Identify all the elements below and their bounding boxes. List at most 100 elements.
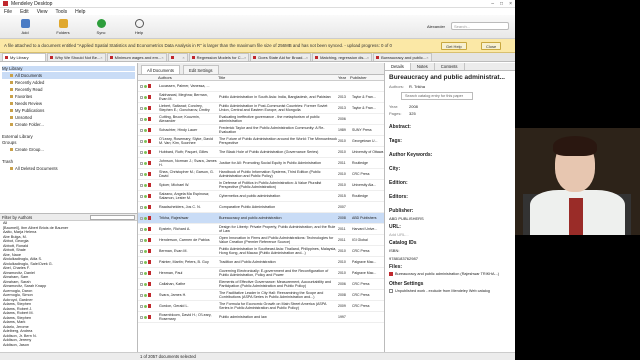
tab-document[interactable]: Bureaucracy and public... × — [373, 53, 432, 61]
library-item[interactable]: Recently Read — [2, 86, 135, 93]
search-catalog-button[interactable]: Search catalog entry for this paper — [401, 92, 473, 100]
read-status-icon[interactable] — [144, 172, 147, 176]
add-button[interactable]: Add — [10, 18, 40, 35]
table-row[interactable]: Henderson, Carmen de Pablos Open Innovati… — [138, 235, 384, 246]
tab-document[interactable]: Regression Models for C... × — [188, 53, 250, 61]
read-status-icon[interactable] — [144, 95, 147, 99]
publisher-value[interactable]: ABD PUBLISHERS — [389, 216, 511, 221]
year-value[interactable]: 2008 — [409, 104, 418, 109]
favorite-star-icon[interactable] — [140, 183, 143, 187]
library-item[interactable]: Unsorted — [2, 114, 135, 121]
table-row[interactable]: Lucassen, Palmer, Vanessa, ... — [138, 81, 384, 92]
column-publisher[interactable]: Publisher — [350, 75, 384, 80]
table-row[interactable]: Berman, Evan M. Public Administration in … — [138, 246, 384, 257]
detail-field-label[interactable]: Edition: — [389, 180, 511, 186]
unpublished-checkbox[interactable]: Unpublished work - exclude from Mendeley… — [389, 289, 511, 293]
close-tab-icon[interactable]: × — [367, 55, 369, 60]
read-status-icon[interactable] — [144, 183, 147, 187]
help-button[interactable]: Help — [124, 18, 154, 35]
document-title[interactable]: Bureaucracy and public administrat... — [389, 74, 511, 81]
menu-edit[interactable]: Edit — [20, 9, 29, 15]
read-status-icon[interactable] — [144, 84, 147, 88]
column-authors[interactable]: Authors — [158, 75, 218, 80]
tab-document[interactable]: Does State Aid for Broad... × — [250, 53, 312, 61]
authors-value[interactable]: R. Trikha — [409, 84, 425, 89]
favorite-star-icon[interactable] — [140, 150, 143, 154]
table-row[interactable]: Schachter, Hindy Lauer Frederick Taylor a… — [138, 125, 384, 136]
library-item[interactable]: Needs Review — [2, 100, 135, 107]
read-status-icon[interactable] — [144, 194, 147, 198]
close-tab-icon[interactable]: × — [161, 55, 163, 60]
menu-file[interactable]: File — [4, 9, 12, 15]
table-row[interactable]: Henman, Paul Governing Electronically: E-… — [138, 268, 384, 279]
detail-field-label[interactable]: Editors: — [389, 194, 511, 200]
read-status-icon[interactable] — [144, 227, 147, 231]
trash-header[interactable]: Trash — [2, 159, 135, 164]
table-row[interactable]: Hubbard, Ruth; Paquet, Gilles The Black H… — [138, 147, 384, 158]
favorite-star-icon[interactable] — [140, 260, 143, 264]
favorite-star-icon[interactable] — [140, 216, 143, 220]
read-status-icon[interactable] — [144, 106, 147, 110]
read-status-icon[interactable] — [144, 139, 147, 143]
table-row[interactable]: Salzano, Angela Ma Espinosa; Salamon, Le… — [138, 191, 384, 202]
favorite-star-icon[interactable] — [140, 238, 143, 242]
my-library-header[interactable]: My Library — [2, 66, 135, 71]
favorite-star-icon[interactable] — [140, 194, 143, 198]
favorite-star-icon[interactable] — [140, 271, 143, 275]
read-status-icon[interactable] — [144, 304, 147, 308]
filter-dropdown[interactable] — [90, 214, 135, 220]
close-tab-icon[interactable]: × — [426, 55, 428, 60]
tab-all-documents[interactable]: All Documents — [141, 65, 180, 74]
table-row[interactable]: Sabharwal, Meghna; Berman, Evan M. Public… — [138, 92, 384, 103]
library-item[interactable]: Favorites — [2, 93, 135, 100]
read-status-icon[interactable] — [144, 249, 147, 253]
read-status-icon[interactable] — [144, 315, 147, 319]
favorite-star-icon[interactable] — [140, 84, 143, 88]
menu-help[interactable]: Help — [75, 9, 85, 15]
read-status-icon[interactable] — [144, 205, 147, 209]
detail-field-label[interactable]: Author Keywords: — [389, 152, 511, 158]
tab-edit-settings[interactable]: Edit Settings — [183, 65, 219, 74]
read-status-icon[interactable] — [144, 260, 147, 264]
tab-details[interactable]: Details — [385, 63, 411, 70]
table-row[interactable]: Trikha, Rajeshwar Bureaucracy and public … — [138, 213, 384, 224]
close-warning-button[interactable]: Close — [481, 42, 502, 50]
menu-tools[interactable]: Tools — [55, 9, 67, 15]
table-row[interactable]: Cutting, Bruce; Kouzmin, Alexander Evalua… — [138, 114, 384, 125]
table-row[interactable]: Raadschelders, Jos C. N. Comparative Publ… — [138, 202, 384, 213]
favorite-star-icon[interactable] — [140, 282, 143, 286]
read-status-icon[interactable] — [144, 238, 147, 242]
tab-document[interactable]: Matching, regression dis... × — [312, 53, 373, 61]
read-status-icon[interactable] — [144, 271, 147, 275]
table-row[interactable]: Svara, James H. The Facilitative Leader i… — [138, 290, 384, 301]
close-tab-icon[interactable]: × — [100, 55, 102, 60]
author-filter-item[interactable]: Addison, Jason — [3, 343, 137, 348]
favorite-star-icon[interactable] — [140, 172, 143, 176]
table-row[interactable]: Johnson, Norman J.; Svara, James H. Justi… — [138, 158, 384, 169]
close-tab-icon[interactable]: × — [244, 55, 246, 60]
close-window-button[interactable]: × — [509, 1, 512, 7]
external-library-header[interactable]: External Library — [2, 134, 135, 139]
library-item[interactable]: My Publications — [2, 107, 135, 114]
detail-field-label[interactable]: City: — [389, 166, 511, 172]
attached-file[interactable]: Bureaucracy and public administration (R… — [389, 272, 511, 276]
read-status-icon[interactable] — [144, 150, 147, 154]
table-row[interactable]: Spicer, Michael W. In Defense of Politics… — [138, 180, 384, 191]
search-input[interactable]: Search... — [451, 22, 509, 30]
sync-button[interactable]: Sync — [86, 18, 116, 35]
read-status-icon[interactable] — [144, 128, 147, 132]
table-row[interactable]: Shea, Christopher M.; Garson, G. David Ha… — [138, 169, 384, 180]
favorite-star-icon[interactable] — [140, 304, 143, 308]
minimize-button[interactable]: – — [491, 1, 494, 7]
read-status-icon[interactable] — [144, 161, 147, 165]
tab-my-library[interactable]: My Library — [2, 53, 46, 61]
favorite-star-icon[interactable] — [140, 227, 143, 231]
detail-field-label[interactable]: Abstract: — [389, 124, 511, 130]
table-row[interactable]: Epstein, Richard A. Design for Liberty: P… — [138, 224, 384, 235]
all-deleted-documents-item[interactable]: All Deleted Documents — [2, 165, 135, 172]
favorite-star-icon[interactable] — [140, 117, 143, 121]
table-row[interactable]: Rosenbloom, David H.; O'Leary, Rosemary P… — [138, 312, 384, 323]
pages-value[interactable]: 325 — [409, 111, 416, 116]
read-status-icon[interactable] — [144, 282, 147, 286]
favorite-star-icon[interactable] — [140, 161, 143, 165]
